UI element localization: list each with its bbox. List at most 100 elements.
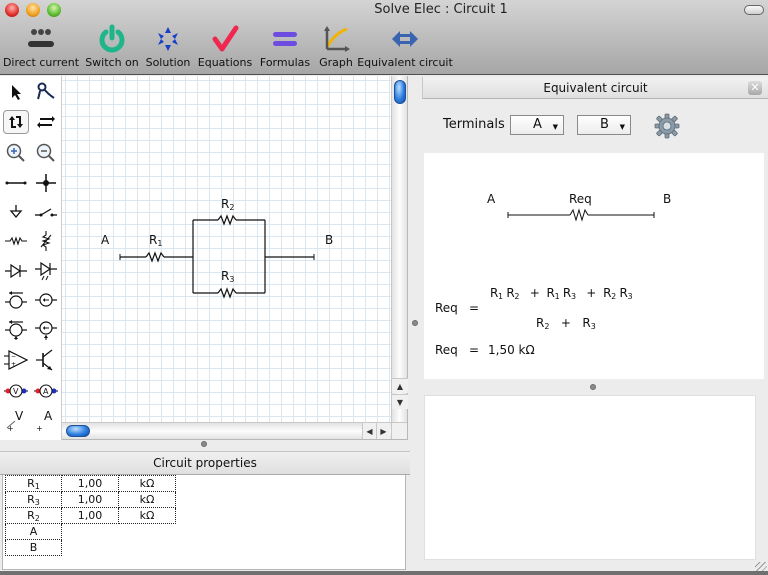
led-icon [35,261,57,281]
toolbar-toggle-button[interactable] [744,5,764,15]
component-value-cell[interactable]: 1,00 [61,507,119,524]
graph-button[interactable]: Graph [314,24,358,74]
component-name-cell: R3 [5,491,62,508]
svg-text:V: V [13,387,19,396]
equivalent-diagram [507,208,655,222]
equals-icon [269,24,301,54]
window-title: Solve Elec : Circuit 1 [0,2,768,17]
zoom-out-icon [36,143,55,162]
wire-bend-tool[interactable] [33,80,59,104]
equivalent-circuit-body: A Req B Req = R1 R2 + R1 R3 + R2 R3 R2 +… [424,153,764,379]
solution-button[interactable]: Solution [142,24,194,74]
r2-sub: 2 [229,203,235,212]
rotate-icon [9,116,23,128]
close-panel-button[interactable]: ✕ [748,81,762,95]
terminal-1-select[interactable]: A ▼ [510,115,564,135]
direct-current-icon [25,24,57,54]
flip-icon [37,116,55,128]
empty-cell [62,524,119,540]
settings-button[interactable] [654,113,680,143]
window-title-text: Solve Elec : Circuit 1 [374,2,508,17]
controlled-voltage-source-tool[interactable] [3,318,29,342]
scroll-down-arrow[interactable]: ▼ [392,394,408,409]
terminal-b-label: B [325,233,334,247]
canvas-horizontal-scrollbar[interactable]: ◀ ▶ [62,422,392,439]
led-tool[interactable] [33,259,59,283]
voltage-source-tool[interactable] [3,288,29,312]
current-source-icon [35,293,57,307]
chevron-down-icon: ▼ [552,123,558,131]
voltage-label-tool[interactable]: + V [3,408,29,432]
switch-tool[interactable] [33,200,59,224]
equations-label: Equations [197,56,253,69]
wire-tool[interactable] [3,171,29,195]
circuit-canvas[interactable]: A B R1 R2 R3 [62,76,392,422]
table-row[interactable]: R1 1,00 kΩ [5,475,176,492]
terminals-bar: Terminals A ▼ B ▼ [422,100,768,152]
solution-label: Solution [145,56,191,69]
current-source-tool[interactable] [33,288,59,312]
graph-icon [320,24,352,54]
vertical-splitter-handle[interactable] [412,320,418,326]
current-label-tool[interactable]: + A [33,408,59,432]
direct-current-button[interactable]: Direct current [0,24,82,74]
horizontal-scroll-thumb[interactable] [66,425,90,437]
horizontal-splitter-handle[interactable] [201,441,207,447]
component-name-cell: R2 [5,507,62,524]
op-amp-icon: −+ [4,350,29,370]
resistor-r3 [217,287,237,299]
ground-tool[interactable] [3,200,29,224]
pointer-tool[interactable] [3,80,29,104]
equations-button[interactable]: Equations [194,24,256,74]
plus-sign: + [529,286,540,300]
rotate-tool[interactable] [3,110,29,134]
equivalent-circuit-header: Equivalent circuit ✕ [422,77,768,99]
plus-sign: + [560,316,571,330]
voltmeter-tool[interactable]: V [3,379,29,403]
scroll-right-arrow[interactable]: ▶ [376,423,390,439]
scroll-left-arrow[interactable]: ◀ [362,423,376,439]
req-resistor [569,208,589,222]
zoom-in-tool[interactable] [3,141,29,165]
node-tool[interactable] [33,171,59,195]
component-palette: − + V A + V + A [0,76,62,440]
graph-label: Graph [319,56,353,69]
zoom-out-tool[interactable] [33,141,59,165]
component-value-cell[interactable]: 1,00 [61,475,119,492]
variable-resistor-tool[interactable] [33,229,59,253]
terminals-label: Terminals [443,117,505,132]
component-name-cell: R1 [5,475,62,492]
table-row[interactable]: R3 1,00 kΩ [5,491,176,508]
equivalent-circuit-title: Equivalent circuit [543,81,648,95]
switch-on-button[interactable]: Switch on [82,24,142,74]
circuit-properties-panel: R1 1,00 kΩ R3 1,00 kΩ R2 1,00 kΩ A B [2,475,406,570]
controlled-current-source-tool[interactable] [33,318,59,342]
controlled-current-source-icon [35,321,57,340]
variable-resistor-icon [40,231,52,251]
diode-tool[interactable] [3,259,29,283]
formulas-button[interactable]: Formulas [256,24,314,74]
canvas-vertical-scrollbar[interactable]: ▲ ▼ [391,76,408,422]
power-icon [96,24,128,54]
resistor-icon [5,236,27,246]
scroll-up-arrow[interactable]: ▲ [392,378,408,393]
formulas-label: Formulas [259,56,311,69]
wire-bend-icon [37,82,55,100]
ammeter-tool[interactable]: A [33,379,59,403]
flip-tool[interactable] [33,110,59,134]
resistor-tool[interactable] [3,229,29,253]
right-splitter-handle[interactable] [590,384,596,390]
component-value-cell[interactable]: 1,00 [61,491,119,508]
voltmeter-icon: V [4,384,28,398]
checkmark-icon [209,24,241,54]
equivalent-circuit-button[interactable]: Equivalent circuit [357,24,453,74]
terminal-2-select[interactable]: B ▼ [577,115,631,135]
op-amp-tool[interactable]: − + [3,348,29,372]
table-row[interactable]: A [5,523,176,540]
table-row[interactable]: B [5,539,176,556]
voltage-source-icon [5,291,27,309]
vertical-scroll-thumb[interactable] [394,80,406,104]
toolbar: Direct current Switch on Solution Equati… [0,24,453,74]
table-row[interactable]: R2 1,00 kΩ [5,507,176,524]
transistor-tool[interactable] [33,348,59,372]
